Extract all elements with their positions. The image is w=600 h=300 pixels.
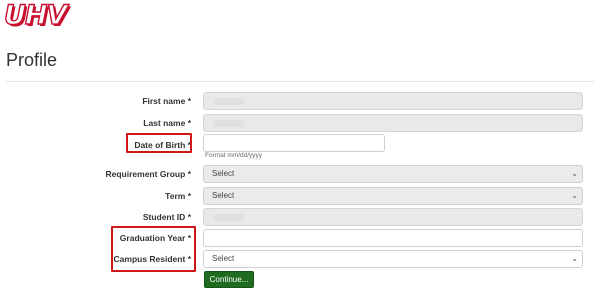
page-title: Profile	[6, 50, 58, 70]
redacted-value	[214, 120, 244, 127]
requirement-group-label: Requirement Group *	[106, 165, 192, 183]
required-marker: *	[187, 191, 191, 201]
chevron-down-icon: ⌄	[571, 254, 578, 263]
last-name-label: Last name *	[143, 114, 191, 132]
required-marker: *	[187, 169, 191, 179]
chevron-down-icon: ⌄	[571, 169, 578, 178]
requirement-group-label-text: Requirement Group	[105, 169, 186, 179]
dob-input[interactable]	[203, 134, 385, 152]
required-marker: *	[187, 212, 191, 222]
term-select[interactable]: Select ⌄	[203, 187, 583, 205]
dob-highlight-box	[126, 133, 192, 153]
logo-text: UHV	[3, 0, 68, 31]
uhv-logo[interactable]: UHV	[3, 0, 68, 31]
required-marker: *	[187, 118, 191, 128]
campus-resident-select[interactable]: Select ⌄	[203, 250, 583, 268]
student-id-label: Student ID *	[143, 208, 191, 226]
first-name-label-text: First name	[142, 96, 186, 106]
grad-campus-highlight-box	[111, 226, 196, 272]
first-name-label: First name *	[142, 92, 191, 110]
student-id-field	[203, 208, 583, 226]
redacted-value	[214, 98, 244, 105]
chevron-down-icon: ⌄	[571, 191, 578, 200]
term-label-text: Term	[165, 191, 186, 201]
last-name-field	[203, 114, 583, 132]
last-name-label-text: Last name	[143, 118, 186, 128]
student-id-label-text: Student ID	[142, 212, 186, 222]
campus-resident-selected: Select	[212, 254, 235, 263]
required-marker: *	[187, 96, 191, 106]
requirement-group-select[interactable]: Select ⌄	[203, 165, 583, 183]
graduation-year-input[interactable]	[203, 229, 583, 247]
dob-format-hint: Format mm/dd/yyyy	[205, 152, 263, 159]
requirement-group-selected: Select	[212, 169, 235, 178]
title-divider	[6, 81, 594, 82]
term-label: Term *	[165, 187, 191, 205]
redacted-value	[214, 214, 244, 221]
term-selected: Select	[212, 191, 235, 200]
continue-button[interactable]: Continue...	[204, 271, 254, 288]
first-name-field	[203, 92, 583, 110]
